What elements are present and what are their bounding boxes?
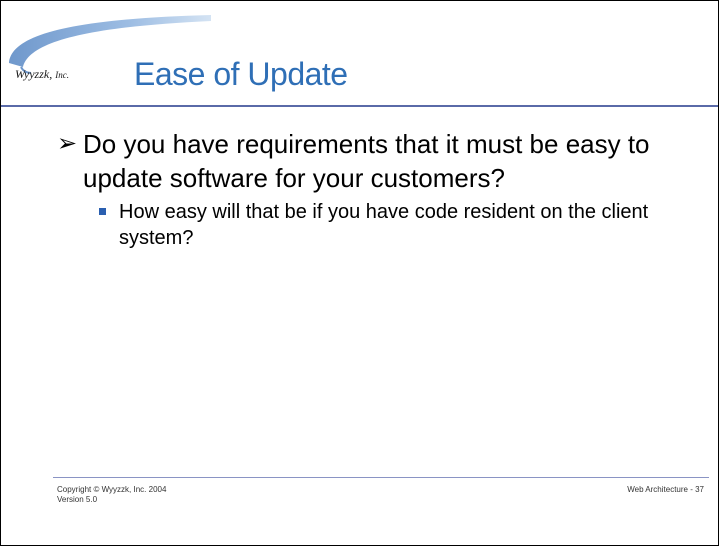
- company-logo: Wyyzzk, Inc.: [15, 67, 69, 82]
- company-logo-name: Wyyzzk,: [15, 67, 53, 81]
- sub-bullet-item: How easy will that be if you have code r…: [97, 199, 707, 251]
- page-label: Web Architecture - 37: [627, 485, 704, 494]
- square-bullet-icon: [99, 208, 106, 215]
- footer-divider: [53, 477, 709, 478]
- arrow-bullet-icon: ➢: [57, 130, 78, 157]
- bullet-text: Do you have requirements that it must be…: [83, 129, 650, 193]
- copyright-text: Copyright © Wyyzzk, Inc. 2004: [57, 485, 167, 494]
- title-divider: [1, 105, 718, 107]
- footer-left: Copyright © Wyyzzk, Inc. 2004 Version 5.…: [57, 485, 166, 505]
- sub-bullet-text: How easy will that be if you have code r…: [119, 201, 649, 249]
- slide: Wyyzzk, Inc. Ease of Update ➢ Do you hav…: [0, 0, 719, 546]
- version-text: Version 5.0: [57, 495, 98, 504]
- slide-content: ➢ Do you have requirements that it must …: [57, 127, 707, 251]
- bullet-item: ➢ Do you have requirements that it must …: [57, 127, 707, 195]
- company-logo-suffix: Inc.: [55, 70, 69, 80]
- slide-title: Ease of Update: [134, 56, 348, 92]
